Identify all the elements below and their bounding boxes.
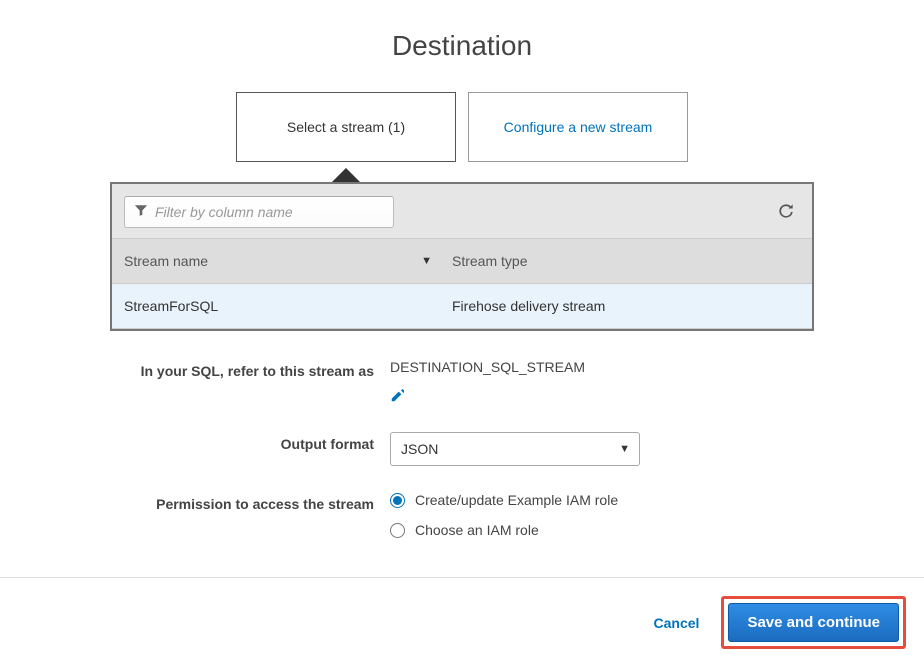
stream-panel: Stream name ▼ Stream type StreamForSQL F… [110, 182, 814, 331]
radio-create-role[interactable] [390, 493, 405, 508]
tabs-row: Select a stream (1) Configure a new stre… [0, 92, 924, 162]
footer-bar: Cancel Save and continue [0, 577, 924, 667]
form-section: In your SQL, refer to this stream as DES… [110, 359, 814, 544]
column-header-name[interactable]: Stream name ▼ [124, 253, 444, 269]
label-output-format: Output format [110, 432, 390, 452]
page-title: Destination [0, 30, 924, 62]
row-permission: Permission to access the stream Create/u… [110, 492, 814, 544]
table-row[interactable]: StreamForSQL Firehose delivery stream [112, 284, 812, 329]
sort-desc-icon: ▼ [421, 255, 432, 267]
row-output-format: Output format JSON ▼ [110, 432, 814, 466]
radio-create-role-label[interactable]: Create/update Example IAM role [415, 492, 618, 508]
radio-choose-role[interactable] [390, 523, 405, 538]
cell-stream-name: StreamForSQL [124, 298, 444, 314]
tab-pointer-icon [332, 168, 360, 182]
tab-configure-stream[interactable]: Configure a new stream [468, 92, 688, 162]
cancel-button[interactable]: Cancel [654, 615, 700, 631]
permission-options: Create/update Example IAM role Choose an… [390, 492, 814, 544]
value-sql-refer: DESTINATION_SQL_STREAM [390, 359, 814, 406]
column-header-type[interactable]: Stream type [444, 253, 800, 269]
filter-input-wrap [124, 196, 394, 228]
column-header-name-label: Stream name [124, 253, 208, 269]
filter-icon [134, 204, 148, 221]
filter-row [112, 184, 812, 238]
output-format-select-wrap: JSON ▼ [390, 432, 640, 466]
filter-input[interactable] [124, 196, 394, 228]
radio-row-create: Create/update Example IAM role [390, 492, 814, 508]
table-header: Stream name ▼ Stream type [112, 238, 812, 284]
label-sql-refer: In your SQL, refer to this stream as [110, 359, 390, 379]
sql-stream-name: DESTINATION_SQL_STREAM [390, 359, 585, 375]
edit-icon[interactable] [390, 389, 814, 406]
save-and-continue-button[interactable]: Save and continue [728, 603, 899, 642]
tab-select-stream[interactable]: Select a stream (1) [236, 92, 456, 162]
radio-row-choose: Choose an IAM role [390, 522, 814, 538]
tab-configure-stream-label: Configure a new stream [504, 119, 653, 135]
radio-choose-role-label[interactable]: Choose an IAM role [415, 522, 539, 538]
save-button-highlight: Save and continue [721, 596, 906, 649]
column-header-type-label: Stream type [452, 253, 527, 269]
tab-arrow-wrap [0, 162, 808, 182]
cell-stream-type: Firehose delivery stream [444, 298, 800, 314]
row-sql-refer: In your SQL, refer to this stream as DES… [110, 359, 814, 406]
refresh-button[interactable] [772, 197, 800, 228]
refresh-icon [776, 201, 796, 221]
output-format-select[interactable]: JSON [390, 432, 640, 466]
tab-select-stream-label: Select a stream (1) [287, 119, 405, 135]
label-permission: Permission to access the stream [110, 492, 390, 512]
